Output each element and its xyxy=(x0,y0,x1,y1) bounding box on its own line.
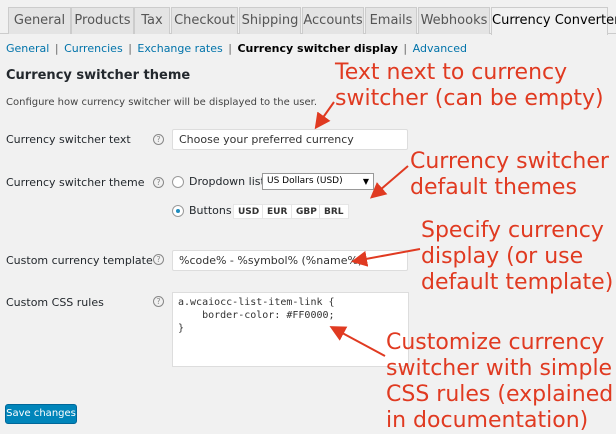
arrow-to-themes xyxy=(369,165,409,199)
annotation-arrows xyxy=(314,101,421,357)
arrow-to-switcher-text xyxy=(314,101,335,130)
arrow-to-template xyxy=(351,248,421,267)
arrow-to-css xyxy=(329,326,386,357)
